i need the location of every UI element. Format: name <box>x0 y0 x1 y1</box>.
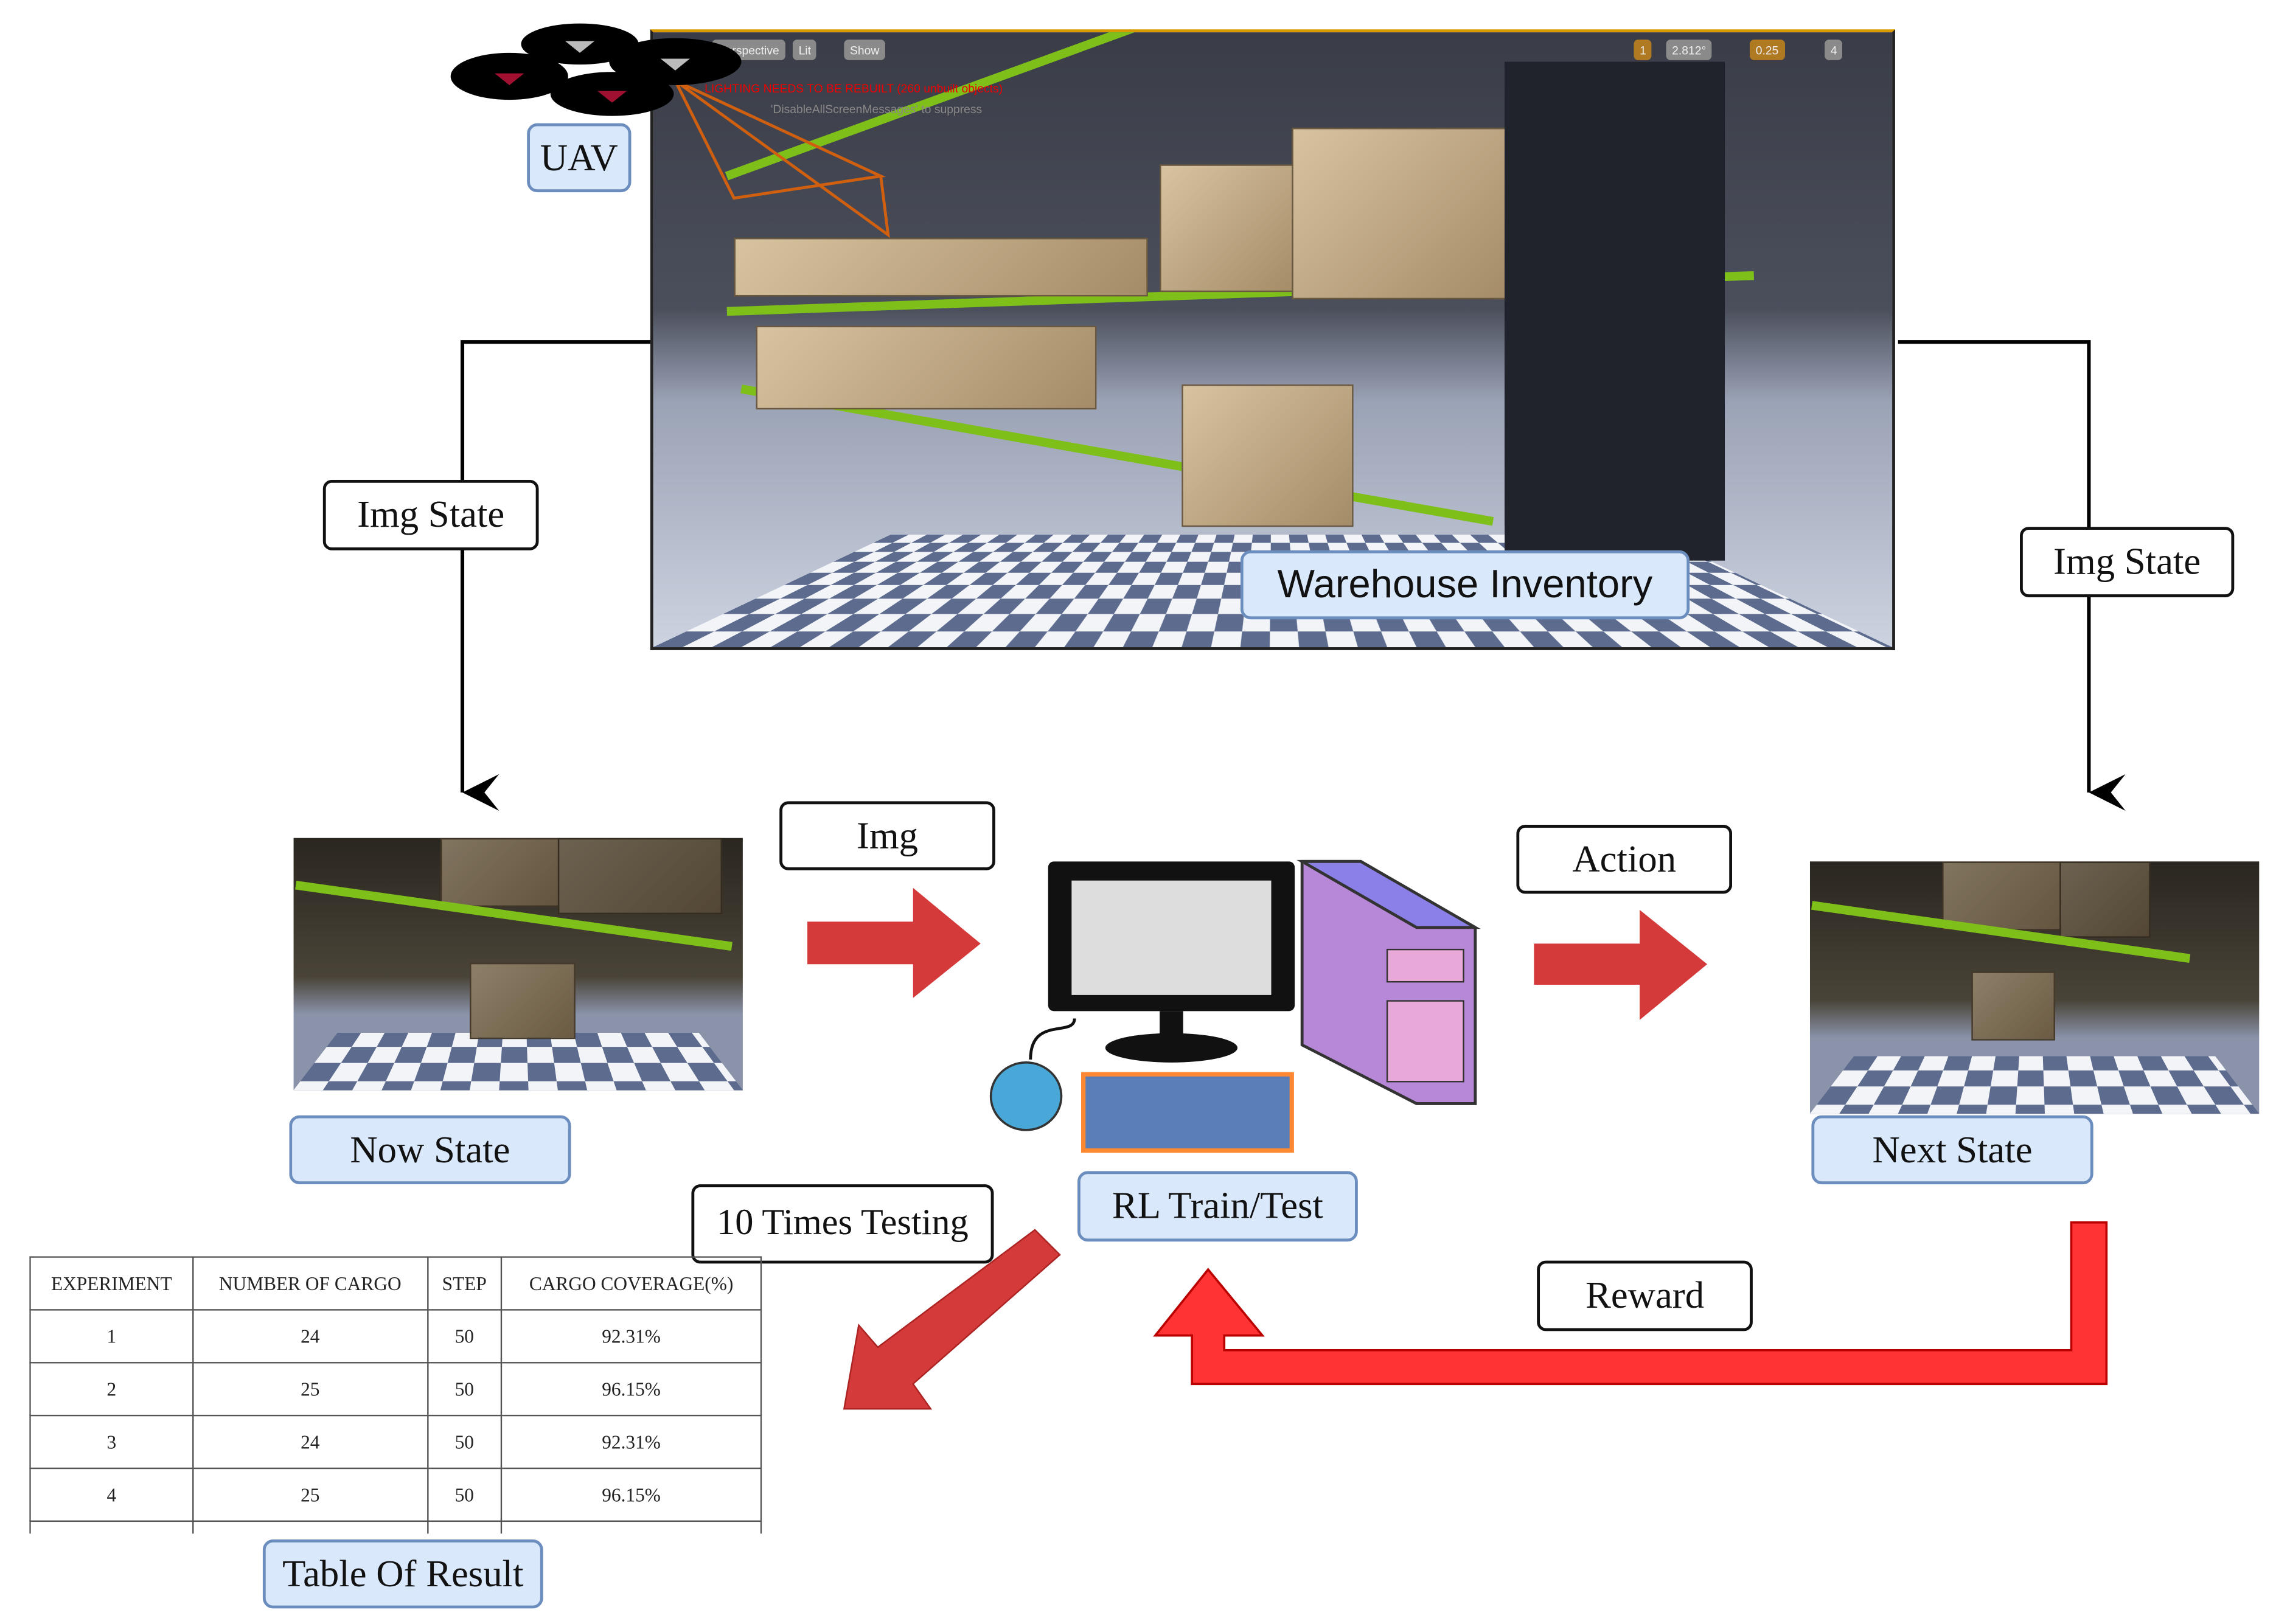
table-row: 3 24 50 92.31% <box>29 1414 762 1470</box>
cell: 92.31% <box>500 1309 762 1364</box>
cell: 92.31% <box>500 1414 762 1470</box>
rl-train-test-label: RL Train/Test <box>1077 1171 1358 1242</box>
table-row-partial <box>29 1520 762 1534</box>
results-table-container: EXPERIMENT NUMBER OF CARGO STEP CARGO CO… <box>29 1256 762 1534</box>
table-row: 2 25 50 96.15% <box>29 1362 762 1417</box>
cell: 3 <box>29 1414 194 1470</box>
toolbar-show[interactable]: Show <box>844 40 885 60</box>
toolbar-rotation-snap[interactable]: 2.812° <box>1666 40 1712 60</box>
next-state-image <box>1809 861 2260 1114</box>
now-state-image <box>293 838 743 1091</box>
cell: 96.15% <box>500 1362 762 1417</box>
table-of-result-label: Table Of Result <box>262 1539 543 1609</box>
uav-label: UAV <box>527 123 632 193</box>
cell: 25 <box>192 1362 428 1417</box>
cell: 50 <box>426 1414 503 1470</box>
action-box: Action <box>1516 824 1733 894</box>
uav-drone-icon <box>450 23 742 116</box>
next-state-label: Next State <box>1811 1115 2093 1185</box>
reward-box: Reward <box>1537 1260 1753 1331</box>
ten-times-testing-box: 10 Times Testing <box>691 1184 994 1264</box>
warehouse-inventory-label: Warehouse Inventory <box>1240 550 1690 620</box>
cell: 4 <box>29 1467 194 1522</box>
cell: 24 <box>192 1414 428 1470</box>
header-step: STEP <box>426 1256 503 1311</box>
results-table: EXPERIMENT NUMBER OF CARGO STEP CARGO CO… <box>29 1256 762 1534</box>
now-state-label: Now State <box>289 1115 571 1185</box>
img-arrow <box>807 887 981 998</box>
cell: 24 <box>192 1309 428 1364</box>
cell: 50 <box>426 1309 503 1364</box>
action-arrow <box>1534 909 1708 1020</box>
cell: 50 <box>426 1362 503 1417</box>
flow-line-left <box>461 340 650 811</box>
header-experiment: EXPERIMENT <box>29 1256 194 1311</box>
cell: 1 <box>29 1309 194 1364</box>
table-header-row: EXPERIMENT NUMBER OF CARGO STEP CARGO CO… <box>29 1256 762 1311</box>
table-row: 1 24 50 92.31% <box>29 1309 762 1364</box>
toolbar-grid[interactable]: 1 <box>1634 40 1652 60</box>
cell: 2 <box>29 1362 194 1417</box>
header-cargo-coverage: CARGO COVERAGE(%) <box>500 1256 762 1311</box>
toolbar-scale-snap[interactable]: 0.25 <box>1750 40 1784 60</box>
img-state-left-box: Img State <box>322 479 539 550</box>
cell: 96.15% <box>500 1467 762 1522</box>
header-number-of-cargo: NUMBER OF CARGO <box>192 1256 428 1311</box>
toolbar-camera-speed[interactable]: 4 <box>1825 40 1843 60</box>
computer-icon <box>989 859 1481 1153</box>
img-state-right-box: Img State <box>2020 527 2235 598</box>
table-row: 4 25 50 96.15% <box>29 1467 762 1522</box>
cell: 25 <box>192 1467 428 1522</box>
cell: 50 <box>426 1467 503 1522</box>
toolbar-lit[interactable]: Lit <box>792 40 817 60</box>
img-box: Img <box>779 801 995 870</box>
